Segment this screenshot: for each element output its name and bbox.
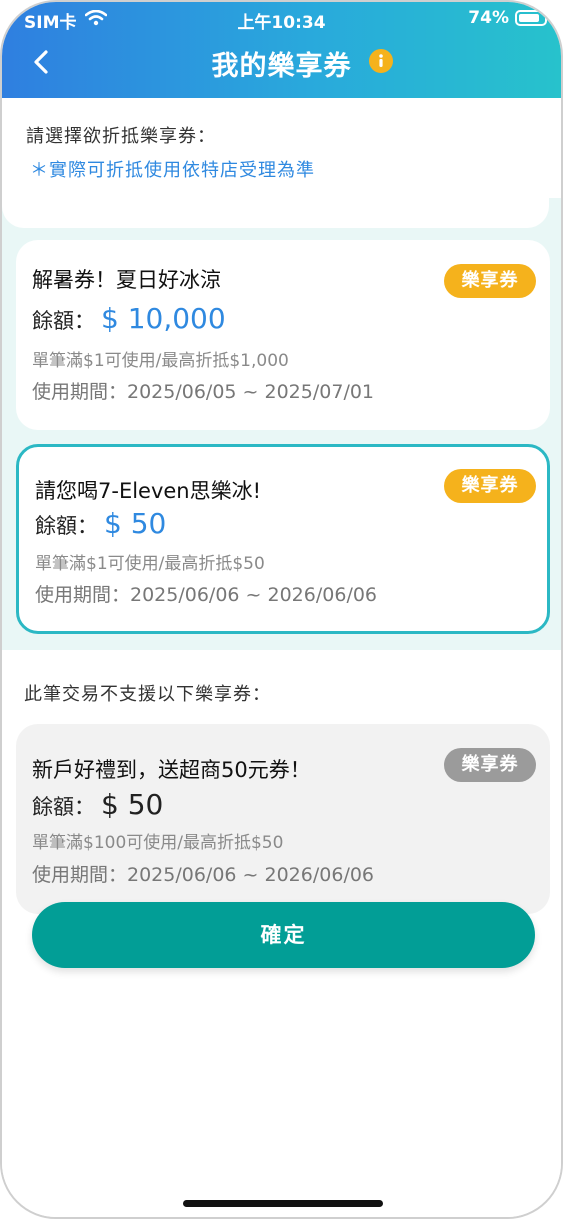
voucher-period: 使用期間：2025/06/06 ~ 2026/06/06 xyxy=(35,584,378,606)
page-title: 我的樂享券 xyxy=(211,51,352,82)
hint-card: 請選擇欲折抵樂享券： ＊實際可折抵使用依特店受理為準 xyxy=(2,98,549,228)
battery-percent: 74% xyxy=(468,8,509,28)
content: 請選擇欲折抵樂享券： ＊實際可折抵使用依特店受理為準 解暑券！夏日好冰涼 樂享券… xyxy=(2,98,561,1217)
balance-label: 餘額： xyxy=(35,514,98,538)
voucher-badge: 樂享券 xyxy=(444,469,536,503)
balance-label: 餘額： xyxy=(32,795,95,819)
balance-amount: $ 50 xyxy=(101,788,164,821)
status-bar: SIM卡 上午10:34 74% xyxy=(2,2,561,36)
voucher-period: 使用期間：2025/06/06 ~ 2026/06/06 xyxy=(32,864,375,886)
home-indicator xyxy=(183,1200,383,1207)
voucher-badge: 樂享券 xyxy=(444,748,536,782)
balance-label: 餘額： xyxy=(32,309,95,333)
voucher-title: 請您喝7-Eleven思樂冰! xyxy=(35,479,262,503)
status-right: 74% xyxy=(468,8,547,28)
battery-icon xyxy=(515,10,547,26)
voucher-balance: 餘額： $ 50 xyxy=(32,788,163,821)
nav-bar: 我的樂享券 xyxy=(2,36,561,88)
voucher-badge: 樂享券 xyxy=(444,264,536,298)
voucher-balance: 餘額： $ 50 xyxy=(35,507,166,540)
voucher-rule: 單筆滿$1可使用/最高折抵$50 xyxy=(35,554,265,574)
voucher-card[interactable]: 解暑券！夏日好冰涼 樂享券 餘額： $ 10,000 單筆滿$1可使用/最高折抵… xyxy=(16,240,550,430)
voucher-title: 新戶好禮到，送超商50元券！ xyxy=(32,758,311,782)
voucher-rule: 單筆滿$1可使用/最高折抵$1,000 xyxy=(32,351,289,371)
info-icon[interactable] xyxy=(369,49,393,73)
voucher-title: 解暑券！夏日好冰涼 xyxy=(32,268,221,292)
hint-label: 請選擇欲折抵樂享券： xyxy=(26,126,216,147)
confirm-button[interactable]: 確定 xyxy=(32,902,535,968)
voucher-card-selected[interactable]: 請您喝7-Eleven思樂冰! 樂享券 餘額： $ 50 單筆滿$1可使用/最高… xyxy=(16,444,550,634)
voucher-rule: 單筆滿$100可使用/最高折抵$50 xyxy=(32,833,284,853)
unsupported-label: 此筆交易不支援以下樂享券： xyxy=(24,684,271,705)
phone-frame: SIM卡 上午10:34 74% 我的樂享券 請選擇欲折抵樂享券： ＊實際可折抵… xyxy=(0,0,563,1219)
voucher-balance: 餘額： $ 10,000 xyxy=(32,302,226,335)
hint-note: ＊實際可折抵使用依特店受理為準 xyxy=(30,160,315,181)
voucher-card-disabled: 新戶好禮到，送超商50元券！ 樂享券 餘額： $ 50 單筆滿$100可使用/最… xyxy=(16,724,550,914)
balance-amount: $ 10,000 xyxy=(101,302,226,335)
voucher-period: 使用期間：2025/06/05 ~ 2025/07/01 xyxy=(32,381,375,403)
balance-amount: $ 50 xyxy=(104,507,167,540)
